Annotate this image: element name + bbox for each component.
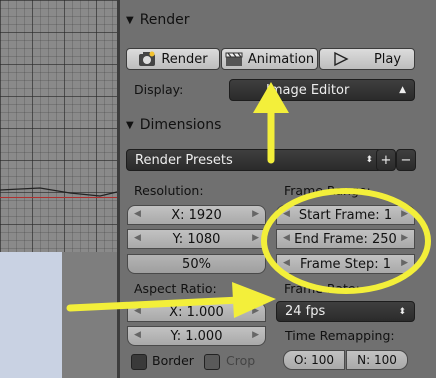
add-preset-button[interactable]: + <box>376 149 396 171</box>
increment-icon: ▶ <box>401 258 408 268</box>
frame-rate-label: Frame Rate: <box>284 281 360 296</box>
display-label: Display: <box>134 82 184 97</box>
display-select[interactable]: Image Editor ▲ <box>229 79 415 101</box>
decrement-icon: ◀ <box>134 330 141 340</box>
aspect-x-field[interactable]: ◀ X: 1.000 ▶ <box>127 302 266 322</box>
start-frame-field[interactable]: ◀ Start Frame: 1 ▶ <box>276 205 415 225</box>
updown-arrows-icon: ⬍ <box>398 306 406 317</box>
animation-button[interactable]: Animation <box>221 48 318 70</box>
increment-icon: ▶ <box>252 330 259 340</box>
decrement-icon: ◀ <box>134 233 141 243</box>
frame-rate-select[interactable]: 24 fps ⬍ <box>276 301 415 322</box>
decrement-icon: ◀ <box>134 209 141 219</box>
decrement-icon: ◀ <box>283 209 290 219</box>
clapperboard-icon <box>225 52 243 66</box>
border-checkbox[interactable] <box>131 354 147 370</box>
crop-checkbox[interactable] <box>204 354 220 370</box>
updown-arrows-icon: ⬍ <box>365 155 373 165</box>
render-button[interactable]: Render <box>126 48 220 70</box>
resolution-percentage-slider[interactable]: 50% <box>127 254 266 274</box>
increment-icon: ▶ <box>252 233 259 243</box>
camera-icon <box>139 51 156 66</box>
aspect-y-field[interactable]: ◀ Y: 1.000 ▶ <box>127 326 266 346</box>
object-plane <box>62 252 117 378</box>
remap-old-field[interactable]: O: 100 <box>283 350 345 370</box>
resolution-x-field[interactable]: ◀ X: 1920 ▶ <box>127 205 266 225</box>
time-remapping-label: Time Remapping: <box>285 328 395 343</box>
increment-icon: ▶ <box>252 209 259 219</box>
remove-preset-button[interactable]: − <box>396 149 416 171</box>
border-label: Border <box>152 353 194 368</box>
resolution-y-field[interactable]: ◀ Y: 1080 ▶ <box>127 229 266 249</box>
minus-icon: − <box>400 152 412 168</box>
increment-icon: ▶ <box>401 233 408 243</box>
collapse-triangle-icon: ▼ <box>126 119 134 131</box>
play-icon <box>334 51 349 67</box>
render-presets-select[interactable]: Render Presets ⬍ <box>126 149 382 171</box>
3d-viewport[interactable] <box>0 0 117 378</box>
frame-step-field[interactable]: ◀ Frame Step: 1 ▶ <box>276 254 415 274</box>
increment-icon: ▶ <box>252 306 259 316</box>
updown-arrows-icon: ▲ <box>399 85 406 95</box>
crop-label: Crop <box>226 353 256 368</box>
camera-view-plane <box>0 252 62 378</box>
plus-icon: + <box>380 152 392 168</box>
render-section-header[interactable]: ▼ Render <box>126 9 190 31</box>
collapse-triangle-icon: ▼ <box>126 14 134 26</box>
play-button[interactable]: Play <box>319 48 415 70</box>
remap-new-field[interactable]: N: 100 <box>346 350 408 370</box>
resolution-label: Resolution: <box>134 183 204 198</box>
dimensions-section-header[interactable]: ▼ Dimensions <box>126 114 221 136</box>
decrement-icon: ◀ <box>283 233 290 243</box>
frame-range-label: Frame Range: <box>284 183 371 198</box>
decrement-icon: ◀ <box>134 306 141 316</box>
increment-icon: ▶ <box>401 209 408 219</box>
end-frame-field[interactable]: ◀ End Frame: 250 ▶ <box>276 229 415 249</box>
aspect-ratio-label: Aspect Ratio: <box>134 281 217 296</box>
decrement-icon: ◀ <box>283 258 290 268</box>
